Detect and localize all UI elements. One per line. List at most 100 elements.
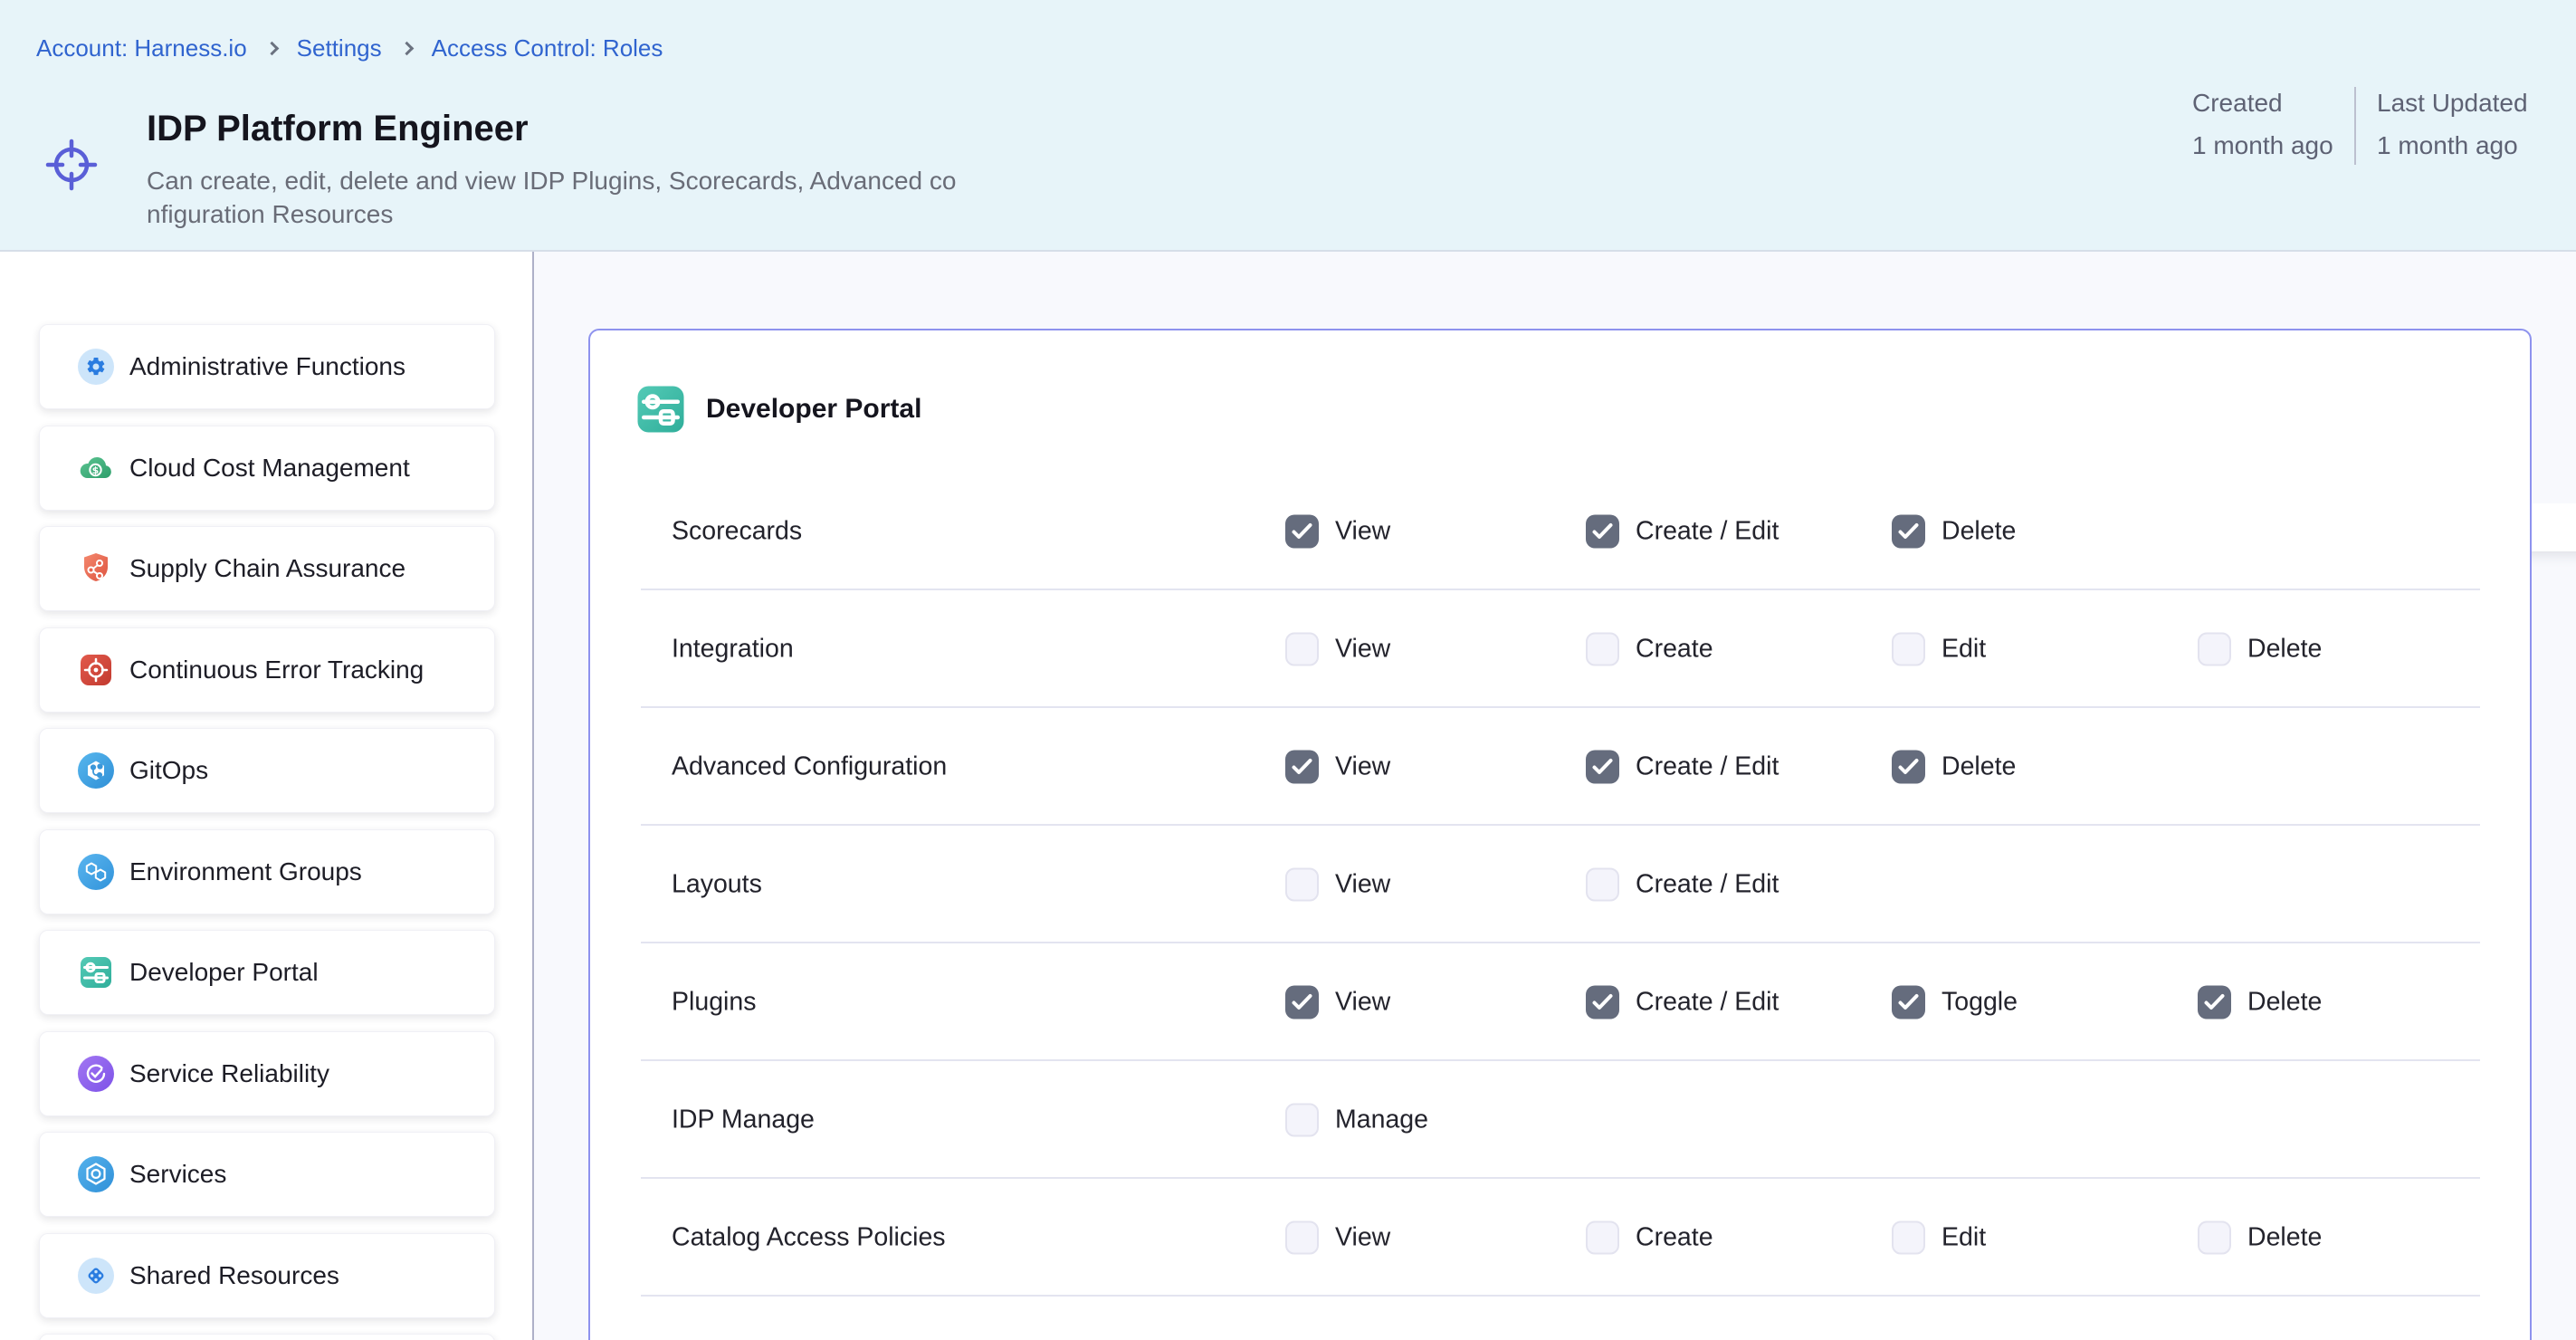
role-description: Can create, edit, delete and view IDP Pl… (147, 164, 956, 231)
row-divider (641, 1295, 2480, 1297)
breadcrumb: Account: Harness.io Settings Access Contro… (36, 34, 663, 62)
checkbox-label: View (1335, 988, 1390, 1018)
role-target-icon (43, 134, 100, 200)
checkbox-delete[interactable] (2198, 633, 2231, 666)
sidebar-item-administrative-functions[interactable]: Administrative Functions (39, 324, 495, 409)
breadcrumb-chevron-icon (399, 42, 414, 56)
breadcrumb-link[interactable]: Settings (297, 34, 382, 62)
checkbox-view[interactable] (1285, 868, 1319, 902)
error-target-icon (78, 652, 114, 688)
permission-row-label: Advanced Configuration (672, 752, 947, 782)
permission-row-label: Catalog Access Policies (672, 1223, 946, 1253)
checkbox-label: View (1335, 1223, 1390, 1253)
sidebar-item-label: GitOps (129, 756, 208, 785)
page: Account: Harness.io Settings Access Contro… (0, 0, 2576, 1340)
permission-row-advanced-configuration: Advanced Configuration View Create / Edit D… (590, 708, 2530, 826)
permission-cell: Delete (2198, 1221, 2322, 1255)
sidebar-item-cloud-cost-management[interactable]: $ Cloud Cost Management (39, 426, 495, 511)
sidebar-item-developer-portal[interactable]: Developer Portal (39, 930, 495, 1015)
sidebar-item-label: Continuous Error Tracking (129, 656, 424, 684)
checkbox-create-edit[interactable] (1586, 515, 1619, 549)
checkbox-view[interactable] (1285, 515, 1319, 549)
permission-cell: Create / Edit (1586, 751, 1779, 784)
permission-row-scorecards: Scorecards View Create / Edit Delete (590, 473, 2530, 590)
sidebar-item-partial[interactable] (39, 1334, 495, 1340)
checkbox-delete[interactable] (1892, 515, 1925, 549)
checkbox-label: Edit (1942, 1223, 1986, 1253)
sidebar-item-service-reliability[interactable]: Service Reliability (39, 1031, 495, 1116)
sidebar-item-label: Services (129, 1160, 226, 1189)
service-reliability-icon (78, 1056, 114, 1092)
checkbox-manage[interactable] (1285, 1104, 1319, 1137)
checkbox-label: View (1335, 752, 1390, 782)
checkbox-label: Delete (1942, 517, 2016, 547)
last-updated-value: 1 month ago (2377, 131, 2528, 160)
checkbox-view[interactable] (1285, 633, 1319, 666)
cloud-dollar-icon: $ (78, 450, 114, 486)
sidebar-item-continuous-error-tracking[interactable]: Continuous Error Tracking (39, 627, 495, 713)
panel-title: Developer Portal (706, 382, 921, 436)
page-header: Account: Harness.io Settings Access Contro… (0, 0, 2576, 252)
breadcrumb-link[interactable]: Access Control: Roles (432, 34, 663, 62)
panel-header: Developer Portal (590, 330, 2530, 473)
developer-portal-icon (78, 954, 114, 991)
permission-row-plugins: PluginsViewCreate / EditToggleDelete (590, 943, 2530, 1061)
sidebar-item-label: Supply Chain Assurance (129, 554, 405, 583)
permission-cell: View (1285, 515, 1390, 549)
checkbox-create[interactable] (1586, 633, 1619, 666)
sidebar-item-label: Environment Groups (129, 857, 362, 886)
svg-text:$: $ (92, 464, 100, 476)
permission-row-label: Scorecards (672, 517, 802, 547)
checkbox-delete[interactable] (1892, 751, 1925, 784)
sidebar-item-label: Cloud Cost Management (129, 454, 410, 483)
resource-sidebar: Administrative Functions $ Cloud Cost Mana… (0, 252, 534, 1340)
sidebar-item-shared-resources[interactable]: Shared Resources (39, 1233, 495, 1318)
role-description-line: Can create, edit, delete and view IDP Pl… (147, 164, 956, 197)
checkbox-label: Create (1636, 1223, 1713, 1253)
permission-cell: Toggle (1892, 986, 2018, 1019)
checkbox-label: View (1335, 870, 1390, 900)
permission-row-idp-manage: IDP ManageManage (590, 1061, 2530, 1179)
gitops-icon (78, 752, 114, 789)
checkbox-create[interactable] (1586, 1221, 1619, 1255)
checkbox-create-edit[interactable] (1586, 868, 1619, 902)
checkbox-view[interactable] (1285, 1221, 1319, 1255)
sidebar-item-gitops[interactable]: GitOps (39, 728, 495, 813)
developer-portal-panel: Developer Portal Scorecards View Create / … (588, 329, 2532, 1340)
created-block: Created 1 month ago (2192, 89, 2333, 160)
permissions-table: ScorecardsViewCreate / EditDeleteIntegra… (590, 473, 2530, 1297)
last-updated-label: Last Updated (2377, 89, 2528, 118)
checkbox-label: Create / Edit (1636, 517, 1779, 547)
checkbox-view[interactable] (1285, 986, 1319, 1019)
permission-cell: View (1285, 633, 1390, 666)
checkbox-edit[interactable] (1892, 633, 1925, 666)
checkbox-delete[interactable] (2198, 986, 2231, 1019)
services-icon (78, 1156, 114, 1192)
checkbox-toggle[interactable] (1892, 986, 1925, 1019)
sidebar-item-environment-groups[interactable]: Environment Groups (39, 829, 495, 914)
permission-cell: Edit (1892, 1221, 1986, 1255)
checkbox-view[interactable] (1285, 751, 1319, 784)
permission-row-label: Plugins (672, 988, 756, 1018)
checkbox-create-edit[interactable] (1586, 986, 1619, 1019)
checkbox-edit[interactable] (1892, 1221, 1925, 1255)
checkbox-label: Delete (2247, 635, 2322, 665)
permission-row-catalog-access-policies: Catalog Access Policies View Create Edit Del… (590, 1179, 2530, 1297)
checkbox-create-edit[interactable] (1586, 751, 1619, 784)
checkbox-label: Delete (1942, 752, 2016, 782)
permission-cell: Create / Edit (1586, 868, 1779, 902)
checkbox-label: Delete (2247, 1223, 2322, 1253)
created-value: 1 month ago (2192, 131, 2333, 160)
shared-resources-icon (78, 1258, 114, 1294)
breadcrumb-link[interactable]: Account: Harness.io (36, 34, 247, 62)
meta-divider (2354, 87, 2356, 165)
checkbox-label: Create / Edit (1636, 870, 1779, 900)
permission-cell: View (1285, 868, 1390, 902)
sidebar-item-services[interactable]: Services (39, 1132, 495, 1217)
checkbox-delete[interactable] (2198, 1221, 2231, 1255)
permission-cell: View (1285, 986, 1390, 1019)
permission-row-integration: IntegrationViewCreateEditDelete (590, 590, 2530, 708)
permission-cell: View (1285, 751, 1390, 784)
gear-icon (78, 349, 114, 385)
sidebar-item-supply-chain-assurance[interactable]: Supply Chain Assurance (39, 526, 495, 611)
